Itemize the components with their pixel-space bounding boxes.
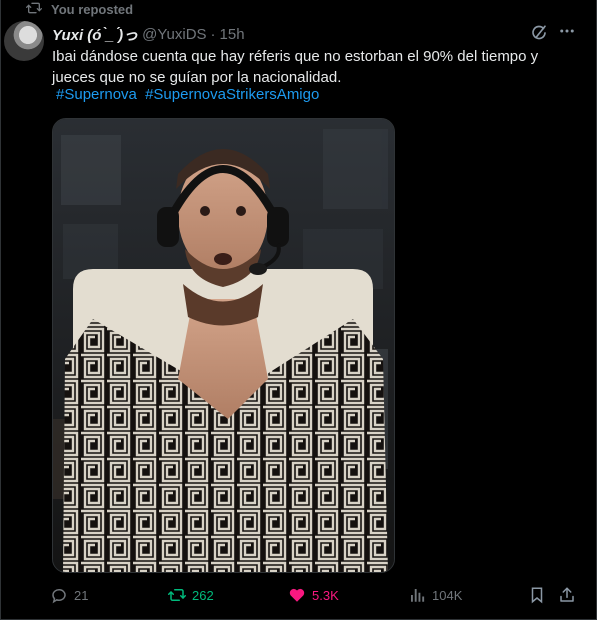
hashtag-supernova-strikers-amigo[interactable]: #SupernovaStrikersAmigo [145,86,319,103]
retweet-icon [168,589,186,601]
action-bar: 21 262 5.3K 104K [50,584,580,606]
grok-icon[interactable] [530,24,548,42]
post-header: Yuxi (ó ̀_ ́)っ @YuxiDS · 15h [52,24,245,44]
frame-left [0,0,1,620]
author-handle[interactable]: @YuxiDS [142,26,206,43]
more-options-icon[interactable] [558,22,576,40]
heart-icon [289,588,305,602]
hashtag-supernova[interactable]: #Supernova [56,86,137,103]
views-button[interactable]: 104K [408,584,462,606]
post-time[interactable]: 15h [220,26,245,43]
post-image[interactable] [52,118,395,573]
like-button[interactable]: 5.3K [288,584,339,606]
reply-count: 21 [74,587,89,603]
repost-count: 262 [192,587,214,603]
share-icon [560,587,574,602]
repost-banner-label: You reposted [51,1,134,17]
reply-button[interactable]: 21 [50,584,88,606]
reply-icon [52,589,66,604]
hashtag-list: #Supernova #SupernovaStrikersAmigo [56,86,323,104]
post-image-illustration [53,119,394,572]
views-count: 104K [432,587,463,603]
avatar[interactable] [4,21,44,61]
bookmark-icon [531,587,543,604]
author-name[interactable]: Yuxi (ó ̀_ ́)っ [52,24,138,45]
retweet-icon [26,0,42,19]
repost-button[interactable]: 262 [168,584,214,606]
like-count: 5.3K [312,587,339,603]
post-text: Ibai dándose cuenta que hay réferis que … [52,48,539,86]
repost-banner: You reposted [26,0,133,18]
share-button[interactable] [558,584,576,606]
analytics-icon [411,589,425,602]
bookmark-button[interactable] [528,584,546,606]
header-separator: · [210,25,216,43]
